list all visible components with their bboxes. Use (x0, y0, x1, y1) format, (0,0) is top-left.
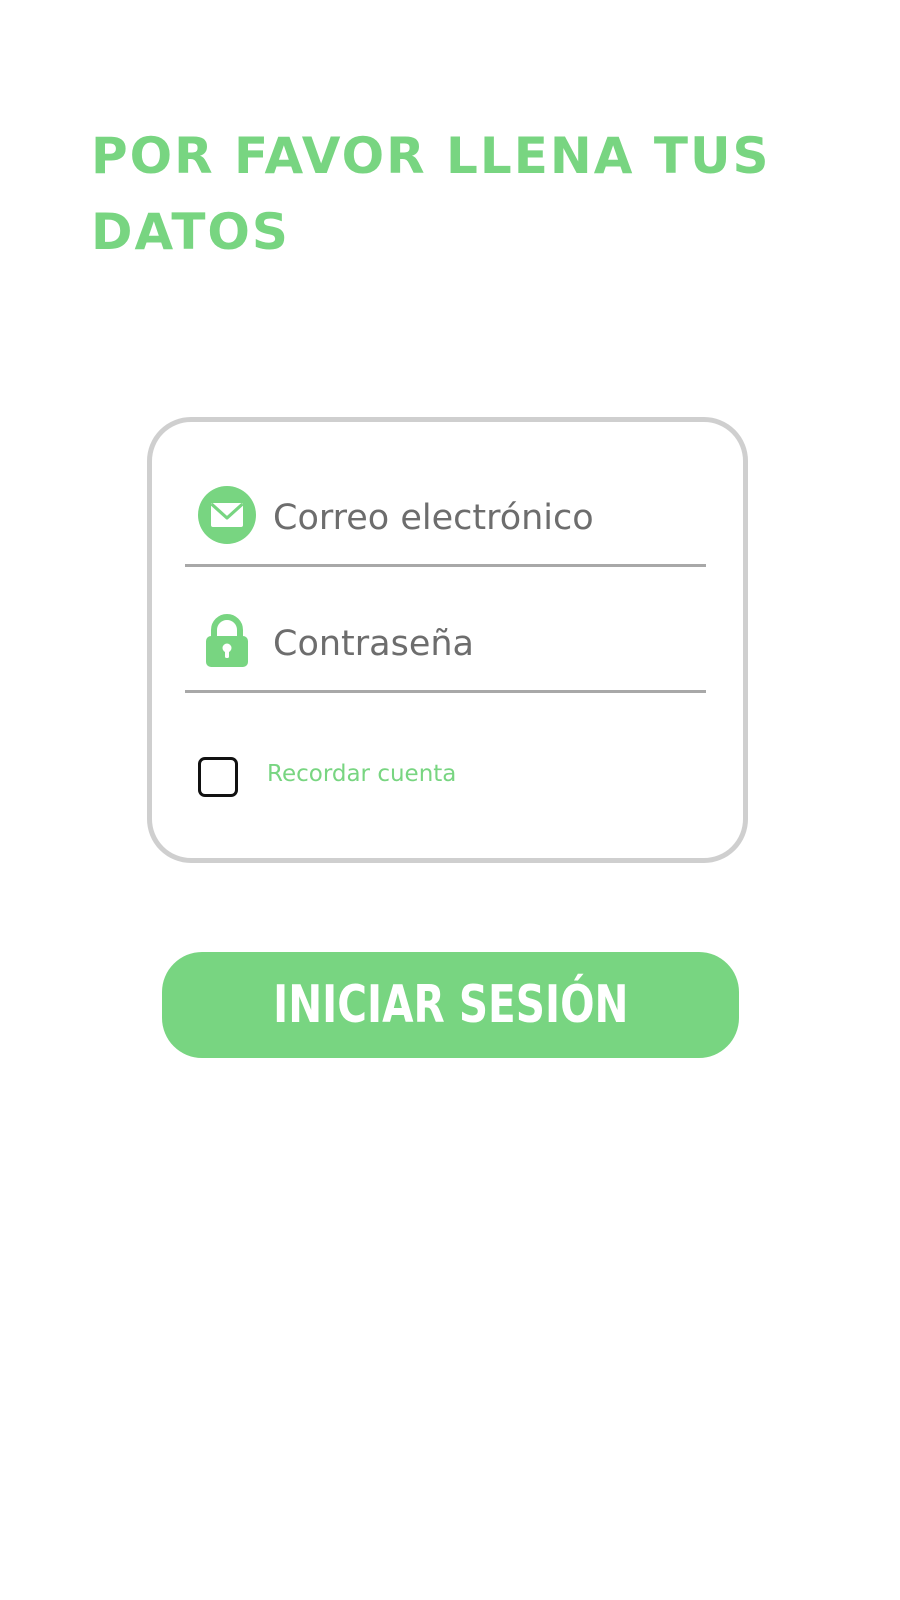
lock-icon (206, 614, 248, 667)
page-title: POR FAVOR LLENA TUS DATOS (91, 127, 771, 261)
login-form-card: Recordar cuenta (147, 417, 748, 863)
remember-account-label[interactable]: Recordar cuenta (267, 761, 456, 787)
mail-icon (198, 486, 256, 544)
password-field (185, 608, 706, 693)
email-field (185, 482, 706, 567)
remember-account-checkbox[interactable] (198, 757, 238, 797)
remember-account-row: Recordar cuenta (198, 757, 598, 799)
password-input[interactable] (273, 616, 693, 672)
login-button-label: INICIAR SESIÓN (272, 975, 629, 1035)
login-button[interactable]: INICIAR SESIÓN (162, 952, 739, 1058)
email-input[interactable] (273, 490, 693, 546)
